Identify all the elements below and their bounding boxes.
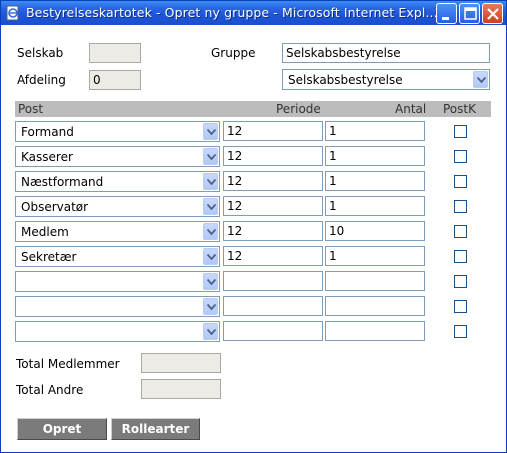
post-select-value: Observatør bbox=[21, 200, 89, 214]
post-select[interactable] bbox=[15, 296, 220, 317]
post-select-value: Kasserer bbox=[21, 150, 73, 164]
selskab-label: Selskab bbox=[17, 46, 64, 60]
periode-input[interactable] bbox=[223, 296, 323, 316]
periode-input[interactable]: 12 bbox=[223, 121, 323, 141]
antal-input[interactable] bbox=[325, 271, 425, 291]
maximize-icon bbox=[464, 7, 477, 20]
antal-input[interactable] bbox=[325, 321, 425, 341]
periode-input[interactable]: 12 bbox=[223, 221, 323, 241]
post-select-value: Medlem bbox=[21, 225, 69, 239]
periode-input[interactable] bbox=[223, 321, 323, 341]
chevron-down-icon[interactable] bbox=[203, 198, 218, 215]
gruppe-label: Gruppe bbox=[211, 46, 256, 60]
post-select-value: Sekretær bbox=[21, 250, 77, 264]
selskab-field bbox=[89, 43, 141, 63]
close-button[interactable] bbox=[482, 3, 503, 24]
header-post: Post bbox=[18, 102, 44, 116]
total-andre-label: Total Andre bbox=[16, 383, 84, 397]
chevron-down-icon[interactable] bbox=[473, 71, 488, 88]
total-medlemmer-label: Total Medlemmer bbox=[16, 357, 120, 371]
chevron-down-icon[interactable] bbox=[203, 223, 218, 240]
post-select[interactable]: Næstformand bbox=[15, 171, 220, 192]
postk-checkbox[interactable] bbox=[454, 275, 467, 288]
postk-checkbox[interactable] bbox=[454, 300, 467, 313]
afdeling-label: Afdeling bbox=[17, 73, 66, 87]
header-periode: Periode bbox=[276, 102, 321, 116]
rollearter-button[interactable]: Rollearter bbox=[111, 418, 200, 440]
periode-input[interactable]: 12 bbox=[223, 146, 323, 166]
postk-checkbox[interactable] bbox=[454, 225, 467, 238]
header-postk: PostK bbox=[443, 102, 476, 116]
postk-checkbox[interactable] bbox=[454, 175, 467, 188]
antal-input[interactable]: 1 bbox=[325, 171, 425, 191]
gruppe-input[interactable]: Selskabsbestyrelse bbox=[282, 43, 490, 63]
form-content: Selskab Afdeling 0 Gruppe Selskabsbestyr… bbox=[1, 26, 506, 452]
browser-window: Bestyrelseskartotek - Opret ny gruppe - … bbox=[0, 0, 507, 453]
postk-checkbox[interactable] bbox=[454, 325, 467, 338]
minimize-icon bbox=[442, 17, 449, 20]
close-icon bbox=[487, 8, 499, 20]
post-select[interactable]: Formand bbox=[15, 121, 220, 142]
post-select[interactable]: Kasserer bbox=[15, 146, 220, 167]
post-select[interactable]: Medlem bbox=[15, 221, 220, 242]
post-select[interactable]: Observatør bbox=[15, 196, 220, 217]
total-medlemmer-field bbox=[141, 353, 221, 373]
window-title: Bestyrelseskartotek - Opret ny gruppe - … bbox=[26, 5, 438, 20]
afdeling-field: 0 bbox=[89, 70, 141, 90]
chevron-down-icon[interactable] bbox=[203, 323, 218, 340]
antal-input[interactable]: 1 bbox=[325, 121, 425, 141]
postk-checkbox[interactable] bbox=[454, 150, 467, 163]
antal-input[interactable]: 1 bbox=[325, 146, 425, 166]
postk-checkbox[interactable] bbox=[454, 200, 467, 213]
minimize-button[interactable] bbox=[436, 3, 457, 24]
post-select-value: Næstformand bbox=[21, 175, 104, 189]
postk-checkbox[interactable] bbox=[454, 250, 467, 263]
ie-page-icon bbox=[6, 5, 19, 21]
maximize-button[interactable] bbox=[459, 3, 480, 24]
antal-input[interactable]: 1 bbox=[325, 196, 425, 216]
periode-input[interactable]: 12 bbox=[223, 196, 323, 216]
table-header: Post Periode Antal PostK bbox=[15, 101, 491, 117]
periode-input[interactable]: 12 bbox=[223, 171, 323, 191]
antal-input[interactable] bbox=[325, 296, 425, 316]
chevron-down-icon[interactable] bbox=[203, 123, 218, 140]
header-antal: Antal bbox=[395, 102, 427, 116]
chevron-down-icon[interactable] bbox=[203, 248, 218, 265]
periode-input[interactable] bbox=[223, 271, 323, 291]
antal-input[interactable]: 1 bbox=[325, 246, 425, 266]
gruppe-select-value: Selskabsbestyrelse bbox=[288, 73, 403, 87]
post-select[interactable] bbox=[15, 271, 220, 292]
post-select[interactable] bbox=[15, 321, 220, 342]
post-select-value: Formand bbox=[21, 125, 74, 139]
opret-button[interactable]: Opret bbox=[17, 418, 107, 440]
chevron-down-icon[interactable] bbox=[203, 273, 218, 290]
periode-input[interactable]: 12 bbox=[223, 246, 323, 266]
chevron-down-icon[interactable] bbox=[203, 148, 218, 165]
chevron-down-icon[interactable] bbox=[203, 173, 218, 190]
post-select[interactable]: Sekretær bbox=[15, 246, 220, 267]
title-bar: Bestyrelseskartotek - Opret ny gruppe - … bbox=[1, 1, 506, 25]
chevron-down-icon[interactable] bbox=[203, 298, 218, 315]
postk-checkbox[interactable] bbox=[454, 125, 467, 138]
antal-input[interactable]: 10 bbox=[325, 221, 425, 241]
gruppe-select[interactable]: Selskabsbestyrelse bbox=[282, 69, 490, 90]
total-andre-field bbox=[141, 379, 221, 399]
